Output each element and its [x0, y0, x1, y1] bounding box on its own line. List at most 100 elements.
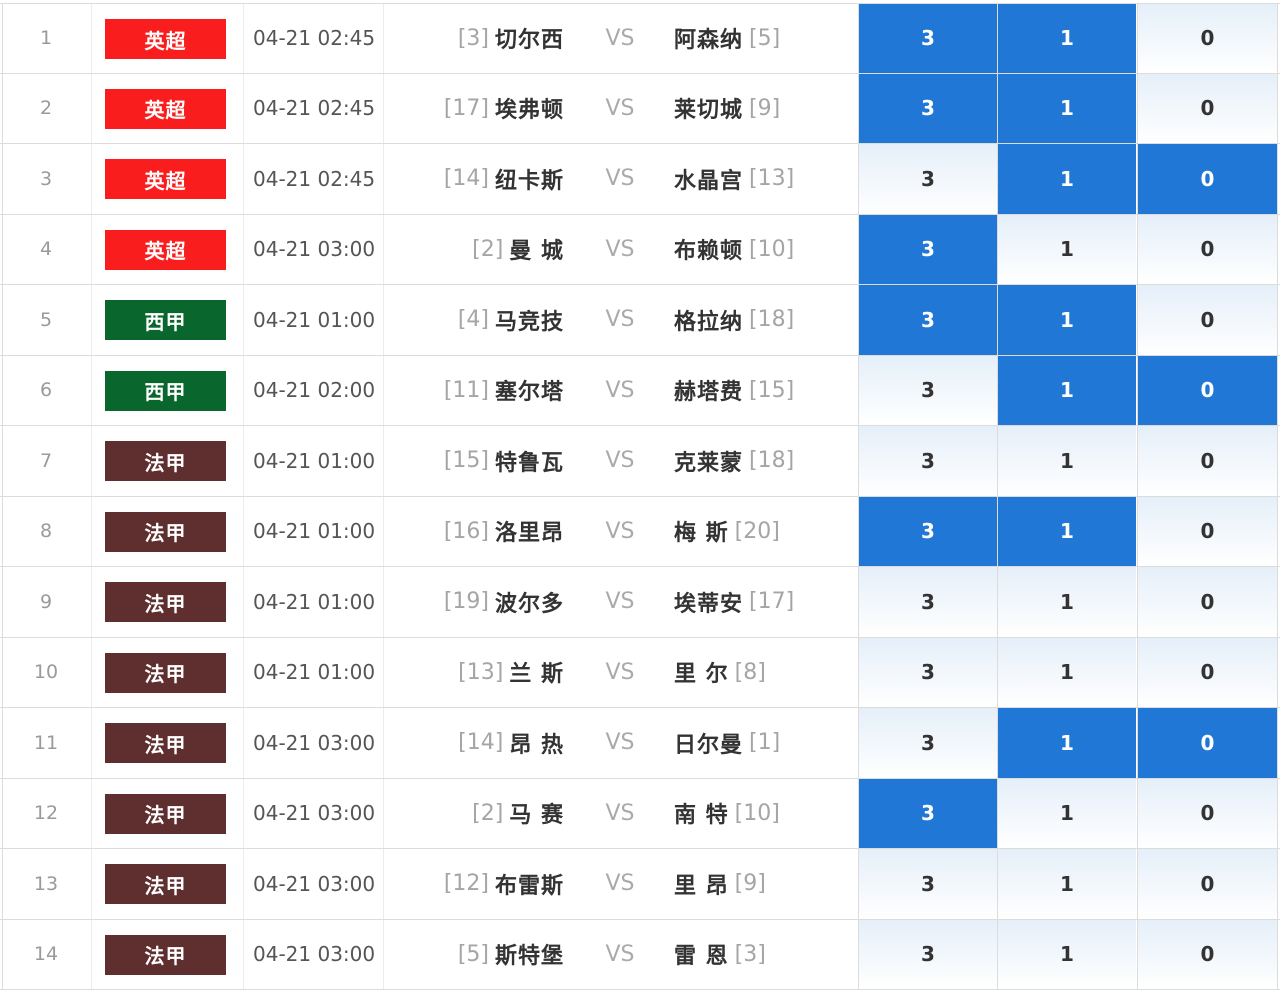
option-loss-button[interactable]: 0 — [1137, 496, 1278, 566]
option-draw-button[interactable]: 1 — [997, 285, 1136, 355]
match-number: 10 — [33, 661, 59, 684]
option-win-button[interactable]: 3 — [858, 214, 997, 284]
option-loss-button[interactable]: 0 — [1137, 285, 1278, 355]
league-badge: 法甲 — [105, 511, 226, 552]
home-rank: [19] — [443, 589, 489, 615]
home-team: [14] 纽卡斯 — [444, 144, 564, 214]
match-row: 2 英超 04-21 02:45 [17] 埃弗顿 VS 莱切城 [9] 3 1 0 — [0, 73, 1280, 144]
option-win-button[interactable]: 3 — [858, 496, 997, 566]
home-team-name: 马 赛 — [509, 803, 564, 829]
match-time: 04-21 01:00 — [253, 307, 376, 332]
option-draw-button[interactable]: 1 — [997, 567, 1136, 637]
option-draw-button[interactable]: 1 — [997, 496, 1136, 566]
home-team-name: 波尔多 — [494, 591, 564, 617]
vs-label: VS — [605, 25, 635, 51]
option-draw-button[interactable]: 1 — [997, 849, 1136, 919]
home-team: [12] 布雷斯 — [444, 849, 564, 919]
home-rank: [16] — [443, 518, 489, 544]
match-row: 10 法甲 04-21 01:00 [13] 兰 斯 VS 里 尔 [8] 3 1 0 — [0, 637, 1280, 708]
match-row: 8 法甲 04-21 01:00 [16] 洛里昂 VS 梅 斯 [20] 3 1 0 — [0, 496, 1280, 567]
option-win-button[interactable]: 3 — [858, 849, 997, 919]
away-team-name: 莱切城 — [674, 98, 744, 124]
home-team: [16] 洛里昂 — [444, 497, 564, 567]
option-win-button[interactable]: 3 — [858, 73, 997, 143]
option-loss-button[interactable]: 0 — [1137, 919, 1278, 989]
option-loss-button[interactable]: 0 — [1137, 567, 1278, 637]
match-number: 14 — [33, 943, 59, 966]
option-win-button[interactable]: 3 — [858, 426, 997, 496]
away-team: 赫塔费 [15] — [674, 356, 794, 426]
home-team-name: 马竞技 — [494, 309, 564, 335]
option-loss-button[interactable]: 0 — [1137, 426, 1278, 496]
option-loss-button[interactable]: 0 — [1137, 4, 1278, 73]
option-loss-button[interactable]: 0 — [1137, 73, 1278, 143]
home-rank: [3] — [457, 25, 489, 51]
option-draw-button[interactable]: 1 — [997, 214, 1136, 284]
home-rank: [5] — [457, 941, 489, 967]
home-team-name: 埃弗顿 — [494, 98, 564, 124]
option-loss-button[interactable]: 0 — [1137, 778, 1278, 848]
away-team-name: 水晶宫 — [674, 168, 744, 194]
option-win-button[interactable]: 3 — [858, 778, 997, 848]
option-win-button[interactable]: 3 — [858, 4, 997, 73]
home-rank: [4] — [457, 307, 489, 333]
option-loss-button[interactable]: 0 — [1137, 708, 1278, 778]
option-draw-button[interactable]: 1 — [997, 708, 1136, 778]
option-draw-button[interactable]: 1 — [997, 919, 1136, 989]
league-badge: 法甲 — [105, 582, 226, 622]
away-team-name: 阿森纳 — [674, 28, 744, 54]
option-draw-button[interactable]: 1 — [997, 355, 1136, 425]
match-number: 12 — [33, 802, 59, 825]
match-row: 9 法甲 04-21 01:00 [19] 波尔多 VS 埃蒂安 [17] 3 1 0 — [0, 567, 1280, 638]
option-win-button[interactable]: 3 — [858, 919, 997, 989]
option-loss-button[interactable]: 0 — [1137, 849, 1278, 919]
vs-label: VS — [605, 871, 635, 897]
option-draw-button[interactable]: 1 — [997, 144, 1136, 214]
option-draw-button[interactable]: 1 — [997, 73, 1136, 143]
option-loss-button[interactable]: 0 — [1137, 355, 1278, 425]
league-badge: 法甲 — [105, 723, 226, 763]
option-win-button[interactable]: 3 — [858, 144, 997, 214]
away-team-name: 日尔曼 — [674, 732, 744, 758]
option-loss-button[interactable]: 0 — [1137, 214, 1278, 284]
option-draw-button[interactable]: 1 — [997, 778, 1136, 848]
option-win-button[interactable]: 3 — [858, 708, 997, 778]
away-team: 布赖顿 [10] — [674, 215, 794, 285]
option-win-button[interactable]: 3 — [858, 637, 997, 707]
match-time: 04-21 01:00 — [253, 519, 376, 544]
home-team: [14] 昂 热 — [458, 708, 564, 778]
away-rank: [10] — [749, 236, 795, 262]
home-team: [5] 斯特堡 — [458, 920, 564, 990]
option-win-button[interactable]: 3 — [858, 285, 997, 355]
match-time: 04-21 03:00 — [253, 801, 376, 826]
home-team: [11] 塞尔塔 — [444, 356, 564, 426]
away-team-name: 格拉纳 — [674, 309, 744, 335]
away-team: 日尔曼 [1] — [674, 708, 780, 778]
league-badge: 英超 — [105, 159, 226, 199]
vs-label: VS — [605, 236, 635, 262]
option-loss-button[interactable]: 0 — [1137, 637, 1278, 707]
match-time: 04-21 02:45 — [253, 96, 376, 121]
option-loss-button[interactable]: 0 — [1137, 144, 1278, 214]
home-team-name: 斯特堡 — [494, 944, 564, 970]
away-rank: [3] — [734, 941, 766, 967]
vs-label: VS — [605, 307, 635, 333]
home-team: [4] 马竞技 — [458, 285, 564, 355]
home-team-name: 切尔西 — [494, 28, 564, 54]
option-draw-button[interactable]: 1 — [997, 637, 1136, 707]
away-rank: [9] — [734, 871, 766, 897]
match-number: 7 — [39, 449, 53, 472]
option-draw-button[interactable]: 1 — [997, 4, 1136, 73]
option-draw-button[interactable]: 1 — [997, 426, 1136, 496]
option-win-button[interactable]: 3 — [858, 567, 997, 637]
match-time: 04-21 01:00 — [253, 660, 376, 685]
away-team: 格拉纳 [18] — [674, 285, 794, 355]
league-badge: 英超 — [105, 229, 226, 270]
match-number: 8 — [39, 520, 53, 543]
option-win-button[interactable]: 3 — [858, 355, 997, 425]
away-team: 阿森纳 [5] — [674, 4, 780, 73]
league-badge: 法甲 — [105, 652, 226, 693]
match-time: 04-21 02:00 — [253, 378, 376, 403]
home-rank: [13] — [458, 659, 504, 685]
away-rank: [8] — [734, 659, 766, 685]
